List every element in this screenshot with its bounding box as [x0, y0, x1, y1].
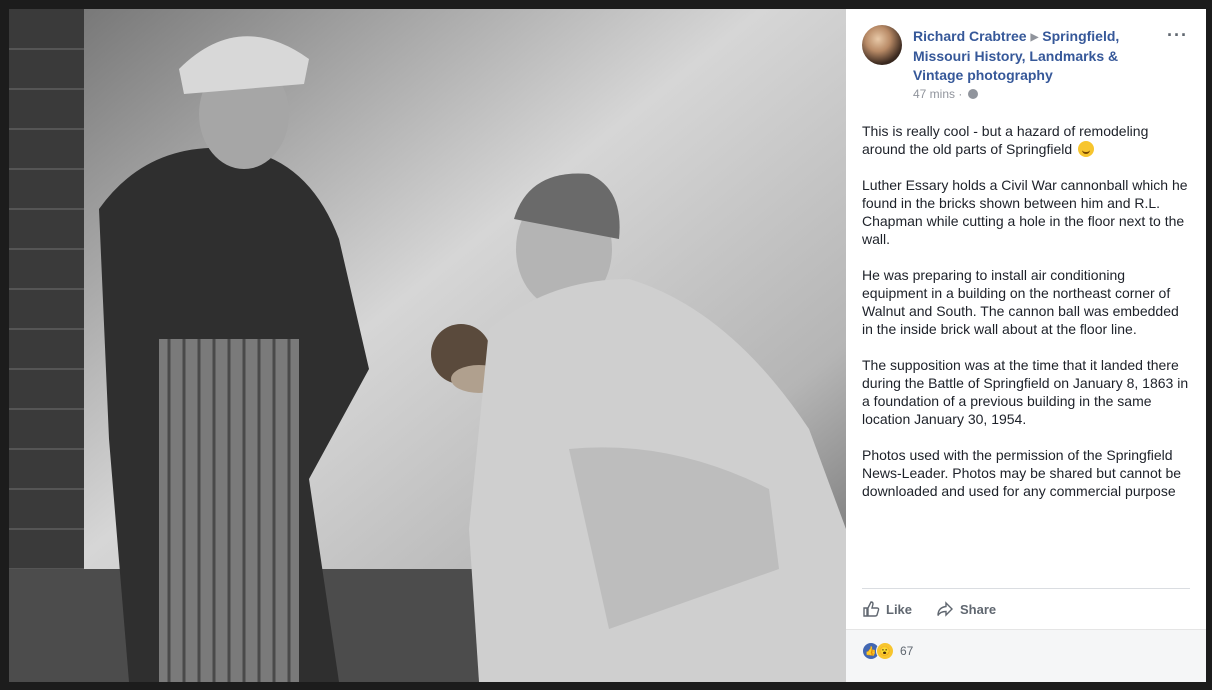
action-divider: [862, 588, 1190, 589]
post-actions: Like Share: [862, 597, 996, 621]
wow-reaction-icon: 😮: [876, 642, 894, 660]
author-avatar[interactable]: [862, 25, 902, 65]
post-paragraph: He was preparing to install air conditio…: [862, 267, 1179, 337]
photo-illustration: [9, 9, 846, 682]
thumbs-up-icon: [863, 601, 880, 617]
more-options-icon[interactable]: ···: [1167, 25, 1188, 46]
share-label: Share: [960, 601, 997, 617]
caret-right-icon: ▶: [1030, 32, 1039, 43]
post-paragraph: Luther Essary holds a Civil War cannonba…: [862, 177, 1188, 247]
post-timestamp[interactable]: 47 mins: [913, 87, 955, 101]
post-side-panel: Richard Crabtree ▶ Springfield, Missouri H…: [846, 9, 1206, 682]
like-label: Like: [886, 601, 913, 617]
post-paragraph: This is really cool - but a hazard of re…: [862, 122, 1192, 158]
post-paragraph-text: This is really cool - but a hazard of re…: [862, 123, 1149, 157]
globe-icon[interactable]: [967, 89, 978, 99]
reaction-count: 67: [900, 644, 914, 658]
reaction-summary[interactable]: 👍 😮 67: [862, 642, 913, 660]
share-arrow-icon: [937, 601, 954, 617]
meta-separator: ·: [958, 87, 963, 101]
author-name-link[interactable]: Richard Crabtree: [913, 28, 1027, 44]
post-photo[interactable]: [9, 9, 846, 682]
smile-emoji-icon: [1078, 141, 1095, 157]
post-attribution: Richard Crabtree ▶ Springfield, Missouri H…: [913, 27, 1153, 85]
post-body: This is really cool - but a hazard of re…: [862, 122, 1192, 518]
post-paragraph: The supposition was at the time that it …: [862, 357, 1189, 427]
like-button[interactable]: Like: [862, 597, 912, 621]
photo-viewer: Richard Crabtree ▶ Springfield, Missouri H…: [9, 9, 1206, 682]
share-button[interactable]: Share: [936, 597, 996, 621]
post-meta: 47 mins ·: [913, 87, 978, 101]
post-header: Richard Crabtree ▶ Springfield, Missouri H…: [846, 9, 1206, 101]
reactions-bar: 👍 😮 67: [846, 629, 1206, 682]
post-paragraph: Photos used with the permission of the S…: [862, 447, 1182, 499]
